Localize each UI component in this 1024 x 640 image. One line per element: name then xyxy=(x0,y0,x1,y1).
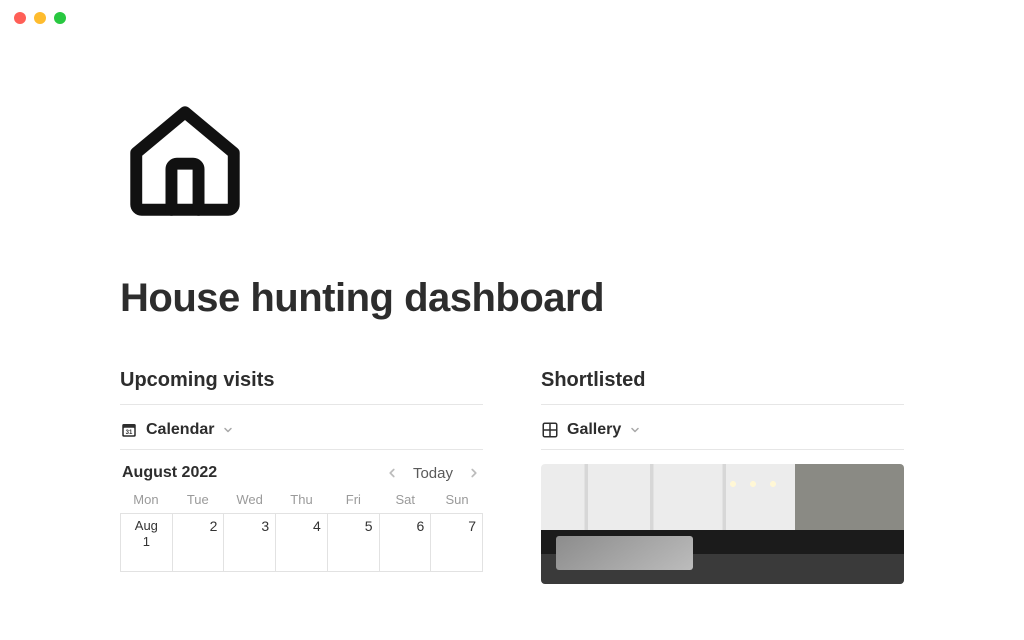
window-zoom-button[interactable] xyxy=(54,12,66,24)
calendar-nav: Today xyxy=(385,465,481,482)
upcoming-visits-heading[interactable]: Upcoming visits xyxy=(120,369,483,405)
view-switch-label: Gallery xyxy=(567,421,621,439)
shortlisted-section: Shortlisted Gallery xyxy=(541,369,904,584)
page-content: House hunting dashboard Upcoming visits … xyxy=(0,36,1024,584)
chevron-down-icon xyxy=(629,424,641,436)
calendar-day-2[interactable]: 2 xyxy=(173,514,225,572)
calendar-day-7[interactable]: 7 xyxy=(431,514,483,572)
calendar-month-label[interactable]: August 2022 xyxy=(122,464,217,482)
dow-thu: Thu xyxy=(276,492,328,507)
svg-text:31: 31 xyxy=(126,430,133,436)
calendar-day-aug-1[interactable]: Aug 1 xyxy=(121,514,173,572)
dow-fri: Fri xyxy=(327,492,379,507)
calendar-day-month-label: Aug xyxy=(121,518,172,534)
dow-mon: Mon xyxy=(120,492,172,507)
upcoming-visits-section: Upcoming visits 31 Calendar August 2022 … xyxy=(120,369,483,584)
calendar-dow-row: Mon Tue Wed Thu Fri Sat Sun xyxy=(120,492,483,507)
page-icon-house[interactable] xyxy=(120,96,904,226)
window-chrome xyxy=(0,0,1024,36)
calendar-prev-button[interactable] xyxy=(385,466,399,480)
calendar-next-button[interactable] xyxy=(467,466,481,480)
calendar-day-4[interactable]: 4 xyxy=(276,514,328,572)
chevron-down-icon xyxy=(222,424,234,436)
shortlist-card-image xyxy=(541,464,904,584)
calendar-icon: 31 xyxy=(120,421,138,439)
dow-sun: Sun xyxy=(431,492,483,507)
window-close-button[interactable] xyxy=(14,12,26,24)
view-switch-label: Calendar xyxy=(146,421,214,439)
calendar-day-3[interactable]: 3 xyxy=(224,514,276,572)
dow-tue: Tue xyxy=(172,492,224,507)
calendar-day-6[interactable]: 6 xyxy=(380,514,432,572)
shortlist-card-1[interactable] xyxy=(541,464,904,584)
view-switch-gallery[interactable]: Gallery xyxy=(541,421,904,450)
calendar-month-row: August 2022 Today xyxy=(120,464,483,482)
dow-sat: Sat xyxy=(379,492,431,507)
calendar-day-5[interactable]: 5 xyxy=(328,514,380,572)
calendar-week-1: Aug 1 2 3 4 5 6 7 xyxy=(120,513,483,572)
gallery-icon xyxy=(541,421,559,439)
view-switch-calendar[interactable]: 31 Calendar xyxy=(120,421,483,450)
calendar-today-button[interactable]: Today xyxy=(413,465,453,482)
calendar-day-number: 1 xyxy=(121,534,172,550)
dow-wed: Wed xyxy=(224,492,276,507)
window-minimize-button[interactable] xyxy=(34,12,46,24)
page-title[interactable]: House hunting dashboard xyxy=(120,276,904,321)
shortlisted-heading[interactable]: Shortlisted xyxy=(541,369,904,405)
